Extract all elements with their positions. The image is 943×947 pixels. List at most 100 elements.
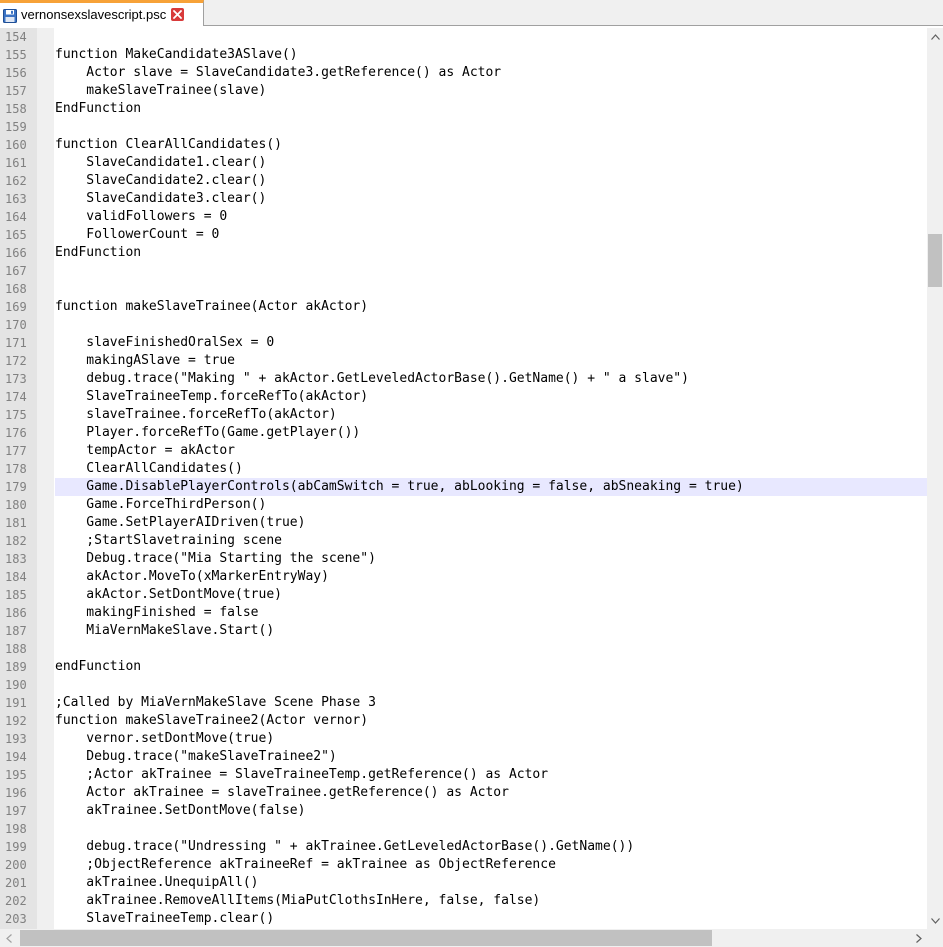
code-line[interactable]: 189 endFunction <box>0 658 927 676</box>
code-text[interactable]: function MakeCandidate3ASlave() <box>55 46 927 64</box>
code-text[interactable]: makingFinished = false <box>55 604 927 622</box>
code-text[interactable]: Debug.trace("makeSlaveTrainee2") <box>55 748 927 766</box>
code-text[interactable] <box>55 676 927 694</box>
code-line[interactable]: 167 <box>0 262 927 280</box>
code-text[interactable]: SlaveCandidate3.clear() <box>55 190 927 208</box>
code-text[interactable]: ;ObjectReference akTraineeRef = akTraine… <box>55 856 927 874</box>
code-line[interactable]: 172 makingASlave = true <box>0 352 927 370</box>
code-line[interactable]: 177 tempActor = akActor <box>0 442 927 460</box>
code-text[interactable]: Actor slave = SlaveCandidate3.getReferen… <box>55 64 927 82</box>
code-text[interactable]: ;StartSlavetraining scene <box>55 532 927 550</box>
code-line[interactable]: 166 EndFunction <box>0 244 927 262</box>
close-icon[interactable] <box>171 8 185 21</box>
code-line[interactable]: 174 SlaveTraineeTemp.forceRefTo(akActor) <box>0 388 927 406</box>
code-line[interactable]: 157 makeSlaveTrainee(slave) <box>0 82 927 100</box>
code-line[interactable]: 165 FollowerCount = 0 <box>0 226 927 244</box>
tab-file[interactable]: vernonsexslavescript.psc <box>0 0 204 26</box>
code-text[interactable]: Game.DisablePlayerControls(abCamSwitch =… <box>55 478 927 496</box>
code-line[interactable]: 154 <box>0 28 927 46</box>
code-line[interactable]: 186 makingFinished = false <box>0 604 927 622</box>
code-line[interactable]: 179 Game.DisablePlayerControls(abCamSwit… <box>0 478 927 496</box>
code-line[interactable]: 163 SlaveCandidate3.clear() <box>0 190 927 208</box>
code-text[interactable]: SlaveTraineeTemp.forceRefTo(akActor) <box>55 388 927 406</box>
code-line[interactable]: 158 EndFunction <box>0 100 927 118</box>
arrow-up-icon[interactable] <box>927 28 943 45</box>
code-text[interactable]: slaveTrainee.forceRefTo(akActor) <box>55 406 927 424</box>
code-line[interactable]: 180 Game.ForceThirdPerson() <box>0 496 927 514</box>
code-text[interactable] <box>55 118 927 136</box>
code-text[interactable] <box>55 280 927 298</box>
code-text[interactable]: SlaveCandidate1.clear() <box>55 154 927 172</box>
code-line[interactable]: 190 <box>0 676 927 694</box>
code-line[interactable]: 201 akTrainee.UnequipAll() <box>0 874 927 892</box>
code-editor[interactable]: 154 155 function MakeCandidate3ASlave() 156… <box>0 28 927 929</box>
code-text[interactable]: Game.ForceThirdPerson() <box>55 496 927 514</box>
code-text[interactable]: SlaveTraineeTemp.clear() <box>55 910 927 928</box>
code-text[interactable]: tempActor = akActor <box>55 442 927 460</box>
code-text[interactable]: SlaveCandidate2.clear() <box>55 172 927 190</box>
code-text[interactable]: makingASlave = true <box>55 352 927 370</box>
code-line[interactable]: 181 Game.SetPlayerAIDriven(true) <box>0 514 927 532</box>
arrow-right-icon[interactable] <box>910 929 927 947</box>
code-line[interactable]: 195 ;Actor akTrainee = SlaveTraineeTemp.… <box>0 766 927 784</box>
code-text[interactable]: vernor.setDontMove(true) <box>55 730 927 748</box>
arrow-left-icon[interactable] <box>0 929 17 947</box>
code-line[interactable]: 170 <box>0 316 927 334</box>
code-text[interactable]: Player.forceRefTo(Game.getPlayer()) <box>55 424 927 442</box>
code-text[interactable]: slaveFinishedOralSex = 0 <box>55 334 927 352</box>
code-line[interactable]: 194 Debug.trace("makeSlaveTrainee2") <box>0 748 927 766</box>
code-text[interactable]: akActor.MoveTo(xMarkerEntryWay) <box>55 568 927 586</box>
code-line[interactable]: 164 validFollowers = 0 <box>0 208 927 226</box>
code-line[interactable]: 185 akActor.SetDontMove(true) <box>0 586 927 604</box>
code-line[interactable]: 169 function makeSlaveTrainee(Actor akAct… <box>0 298 927 316</box>
code-line[interactable]: 168 <box>0 280 927 298</box>
horizontal-scrollbar[interactable] <box>0 929 927 947</box>
code-line[interactable]: 197 akTrainee.SetDontMove(false) <box>0 802 927 820</box>
code-line[interactable]: 171 slaveFinishedOralSex = 0 <box>0 334 927 352</box>
code-text[interactable]: endFunction <box>55 658 927 676</box>
code-text[interactable]: akTrainee.UnequipAll() <box>55 874 927 892</box>
code-line[interactable]: 176 Player.forceRefTo(Game.getPlayer()) <box>0 424 927 442</box>
code-text[interactable] <box>55 640 927 658</box>
code-line[interactable]: 182 ;StartSlavetraining scene <box>0 532 927 550</box>
code-text[interactable]: ;Called by MiaVernMakeSlave Scene Phase … <box>55 694 927 712</box>
arrow-down-icon[interactable] <box>927 912 943 929</box>
code-text[interactable]: debug.trace("Undressing " + akTrainee.Ge… <box>55 838 927 856</box>
code-text[interactable]: function makeSlaveTrainee(Actor akActor) <box>55 298 927 316</box>
code-line[interactable]: 184 akActor.MoveTo(xMarkerEntryWay) <box>0 568 927 586</box>
code-text[interactable]: function makeSlaveTrainee2(Actor vernor) <box>55 712 927 730</box>
code-text[interactable]: Actor akTrainee = slaveTrainee.getRefere… <box>55 784 927 802</box>
code-text[interactable]: FollowerCount = 0 <box>55 226 927 244</box>
code-text[interactable]: Debug.trace("Mia Starting the scene") <box>55 550 927 568</box>
code-line[interactable]: 187 MiaVernMakeSlave.Start() <box>0 622 927 640</box>
code-text[interactable]: EndFunction <box>55 244 927 262</box>
code-line[interactable]: 188 <box>0 640 927 658</box>
code-line[interactable]: 196 Actor akTrainee = slaveTrainee.getRe… <box>0 784 927 802</box>
code-line[interactable]: 192 function makeSlaveTrainee2(Actor vern… <box>0 712 927 730</box>
code-text[interactable]: akActor.SetDontMove(true) <box>55 586 927 604</box>
code-line[interactable]: 155 function MakeCandidate3ASlave() <box>0 46 927 64</box>
code-line[interactable]: 173 debug.trace("Making " + akActor.GetL… <box>0 370 927 388</box>
code-text[interactable]: debug.trace("Making " + akActor.GetLevel… <box>55 370 927 388</box>
vertical-scroll-thumb[interactable] <box>928 234 942 287</box>
code-line[interactable]: 199 debug.trace("Undressing " + akTraine… <box>0 838 927 856</box>
code-line[interactable]: 202 akTrainee.RemoveAllItems(MiaPutCloth… <box>0 892 927 910</box>
code-text[interactable]: function ClearAllCandidates() <box>55 136 927 154</box>
code-line[interactable]: 191 ;Called by MiaVernMakeSlave Scene Pha… <box>0 694 927 712</box>
code-line[interactable]: 161 SlaveCandidate1.clear() <box>0 154 927 172</box>
code-line[interactable]: 178 ClearAllCandidates() <box>0 460 927 478</box>
code-line[interactable]: 198 <box>0 820 927 838</box>
code-line[interactable]: 160 function ClearAllCandidates() <box>0 136 927 154</box>
code-text[interactable]: akTrainee.SetDontMove(false) <box>55 802 927 820</box>
code-text[interactable]: EndFunction <box>55 100 927 118</box>
code-line[interactable]: 193 vernor.setDontMove(true) <box>0 730 927 748</box>
code-text[interactable]: validFollowers = 0 <box>55 208 927 226</box>
code-line[interactable]: 156 Actor slave = SlaveCandidate3.getRef… <box>0 64 927 82</box>
code-line[interactable]: 162 SlaveCandidate2.clear() <box>0 172 927 190</box>
code-text[interactable]: akTrainee.RemoveAllItems(MiaPutClothsInH… <box>55 892 927 910</box>
code-line[interactable]: 159 <box>0 118 927 136</box>
code-line[interactable]: 203 SlaveTraineeTemp.clear() <box>0 910 927 928</box>
code-line[interactable]: 175 slaveTrainee.forceRefTo(akActor) <box>0 406 927 424</box>
code-line[interactable]: 200 ;ObjectReference akTraineeRef = akTr… <box>0 856 927 874</box>
code-text[interactable] <box>55 28 927 46</box>
